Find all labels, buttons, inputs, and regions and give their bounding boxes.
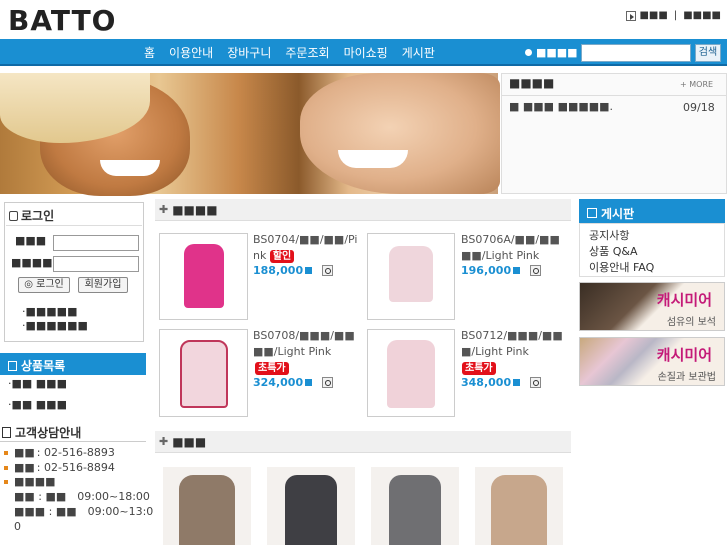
board-title-text: 게시판 <box>601 206 635 221</box>
product-price: 324,000 <box>253 376 334 389</box>
cs-saturday-hours: ■■■ : ■■ 09:00~13:0 <box>14 505 154 518</box>
special-price-badge: 초특가 <box>255 361 289 375</box>
notice-box <box>501 73 727 194</box>
bullet-icon <box>525 49 532 56</box>
ad-banner-cashmere-1[interactable]: 캐시미어 섬유의 보석 <box>579 282 725 331</box>
sale-badge: 할인 <box>269 250 295 263</box>
id-field[interactable] <box>53 235 139 251</box>
zoom-icon[interactable] <box>530 377 542 388</box>
nav-order-lookup[interactable]: 주문조회 <box>285 44 329 61</box>
special-price-badge: 초특가 <box>462 361 496 375</box>
product-name[interactable]: BS0706A/■■/■■ ■■/Light Pink <box>461 232 573 264</box>
search-label: ■■■■ <box>525 46 578 59</box>
board-item-faq[interactable]: 이용안내 FAQ <box>589 259 654 275</box>
customer-service-title: 고객상담안내 <box>2 424 81 441</box>
lock-icon <box>9 210 18 221</box>
zoom-icon[interactable] <box>530 265 542 276</box>
login-divider <box>6 225 142 226</box>
nav-cart[interactable]: 장바구니 <box>227 44 271 61</box>
login-button[interactable]: ◎ 로그인 <box>18 277 70 293</box>
top-link-1[interactable]: ■■■ <box>639 10 667 21</box>
ad-subtitle: 손질과 보관법 <box>657 372 716 383</box>
product-image[interactable] <box>159 329 248 417</box>
ad-banner-cashmere-2[interactable]: 캐시미어 손질과 보관법 <box>579 337 725 386</box>
product-name[interactable]: BS0704/■■/■■/Pi nk 할인 <box>253 232 365 264</box>
product-price: 188,000 <box>253 264 334 277</box>
search-label-text: ■■■■ <box>536 46 578 59</box>
category-item-1[interactable]: · ■■ ■■■ <box>8 377 67 390</box>
best-product-image[interactable] <box>163 467 251 545</box>
product-name[interactable]: BS0708/■■■/■■ ■■/Light Pink <box>253 328 365 360</box>
best-product-image[interactable] <box>267 467 355 545</box>
cs-fax: ■■: 02-516-8894 <box>4 461 115 474</box>
best-product-image[interactable] <box>475 467 563 545</box>
pencil-icon <box>587 208 597 218</box>
login-title: 로그인 <box>9 207 54 224</box>
product-price: 196,000 <box>461 264 542 277</box>
category-title-text: 상품목록 <box>21 359 66 373</box>
find-id-link[interactable]: · ■■■■■ <box>22 305 77 318</box>
nav-board[interactable]: 게시판 <box>402 44 435 61</box>
document-icon <box>2 427 11 438</box>
cs-weekday-hours: ■■ : ■■ 09:00~18:00 <box>14 490 150 503</box>
main-nav: 홈 이용안내 장바구니 주문조회 마이쇼핑 게시판 <box>144 44 435 61</box>
plus-icon: ✚ <box>159 203 169 216</box>
best-product-image[interactable] <box>371 467 459 545</box>
zoom-icon[interactable] <box>322 265 334 276</box>
find-password-link[interactable]: · ■■■■■■ <box>22 319 88 332</box>
new-products-title: ■■■■ <box>172 202 218 217</box>
notice-item[interactable]: ■ ■■■ ■■■■■. <box>509 100 613 113</box>
board-item-notice[interactable]: 공지사항 <box>589 227 629 243</box>
banner-smile-2 <box>338 150 408 168</box>
cs-phone: ■■: 02-516-8893 <box>4 446 115 459</box>
login-title-text: 로그인 <box>21 209 55 223</box>
cs-title-text: 고객상담안내 <box>15 426 82 440</box>
category-title: 상품목록 <box>0 353 146 375</box>
search-input[interactable] <box>581 44 691 62</box>
board-title: 게시판 <box>579 199 725 223</box>
product-name[interactable]: BS0712/■■■/■■ ■/Light Pink <box>461 328 573 360</box>
search-button[interactable]: 검색 <box>695 44 721 62</box>
nav-guide[interactable]: 이용안내 <box>169 44 213 61</box>
product-image[interactable] <box>367 233 455 320</box>
product-price: 348,000 <box>461 376 542 389</box>
product-image[interactable] <box>367 329 455 417</box>
ad-title: 캐시미어 <box>656 291 712 309</box>
logo[interactable]: BATTO <box>8 4 116 37</box>
top-links: ■■■ | ■■■■ <box>626 10 721 21</box>
best-products-title: ■■■ <box>172 434 207 449</box>
book-icon <box>8 360 17 371</box>
plus-icon: ✚ <box>159 435 169 448</box>
nav-my-shopping[interactable]: 마이쇼핑 <box>344 44 388 61</box>
best-products-header: ✚ ■■■ <box>155 431 571 453</box>
password-label: ■■■■ <box>11 256 53 269</box>
top-link-2[interactable]: ■■■■ <box>683 10 721 21</box>
banner-woman-face <box>300 73 500 194</box>
notice-divider <box>501 95 727 96</box>
category-item-2[interactable]: · ■■ ■■■ <box>8 398 67 411</box>
cs-hours-tail: 0 <box>14 520 21 533</box>
notice-title: ■■■■ <box>509 76 555 90</box>
id-label: ■■■ <box>15 234 47 247</box>
notice-date: 09/18 <box>683 101 715 114</box>
cs-divider <box>0 441 146 442</box>
ad-title: 캐시미어 <box>656 346 712 364</box>
join-button[interactable]: 회원가입 <box>78 277 128 293</box>
notice-more-link[interactable]: + MORE <box>680 80 713 89</box>
password-field[interactable] <box>53 256 139 272</box>
banner-smile-1 <box>100 160 160 176</box>
product-image[interactable] <box>159 233 248 320</box>
ad-subtitle: 섬유의 보석 <box>666 317 716 328</box>
play-icon <box>626 10 637 21</box>
new-products-header: ✚ ■■■■ <box>155 199 571 221</box>
board-item-qna[interactable]: 상품 Q&A <box>589 243 638 259</box>
zoom-icon[interactable] <box>322 377 334 388</box>
cs-hours-title: ■■■■ <box>4 475 56 488</box>
nav-home[interactable]: 홈 <box>144 44 155 61</box>
